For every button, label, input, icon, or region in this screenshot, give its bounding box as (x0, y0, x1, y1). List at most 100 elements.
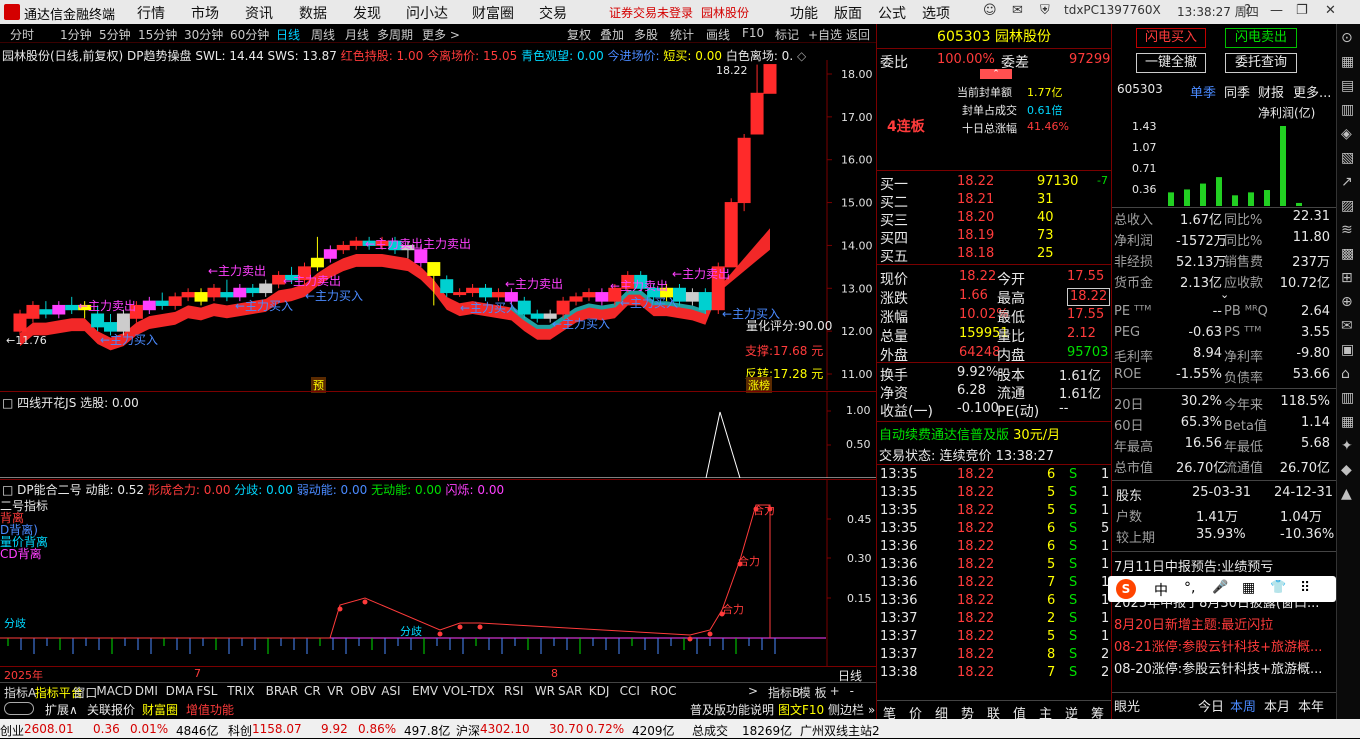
tab-more[interactable]: 更多... (1293, 82, 1331, 101)
caifuquan-tab[interactable]: 财富圈 (142, 701, 178, 718)
menu-faxian[interactable]: 发现 (353, 3, 381, 23)
collapse-icon[interactable]: ⌃ (980, 69, 1012, 79)
btn-f10[interactable]: F10 (742, 26, 764, 40)
indicator-tab[interactable]: OBV (350, 684, 376, 698)
menu-caifuquan[interactable]: 财富圈 (472, 3, 514, 23)
menu-gongneng[interactable]: 功能 (790, 3, 818, 23)
indicator-tab[interactable]: CR (304, 684, 321, 698)
matrix-icon[interactable]: ▦ (1341, 414, 1354, 430)
tab-daily[interactable]: 日线 (276, 26, 300, 43)
indicator-tab[interactable]: 窗口 (73, 684, 97, 701)
target-icon[interactable]: ⊙ (1341, 30, 1353, 46)
fin-bottom-tab[interactable]: 本月 (1264, 696, 1290, 715)
tab-15min[interactable]: 15分钟 (138, 26, 177, 43)
btn-tongji[interactable]: 统计 (670, 26, 694, 43)
main-kline-chart[interactable]: ←主力卖出←主力卖出←主力卖出←主力卖出主力卖出←主力卖出 ←主力卖出←主力卖出←… (0, 60, 876, 390)
toggle-switch[interactable] (4, 702, 34, 715)
promo-text[interactable]: 自动续费通达信普及版 (879, 428, 1009, 443)
indicator-tab[interactable]: BRAR (266, 684, 299, 698)
news-item[interactable]: 08-21涨停:参股云针科技+旅游概... (1114, 636, 1336, 654)
btn-huaxian[interactable]: 画线 (706, 26, 730, 43)
indicator-tab[interactable]: DMI (135, 684, 158, 698)
flash-sell-button[interactable]: 闪电卖出 (1225, 28, 1297, 48)
f10-tab[interactable]: 图文F10 (778, 701, 824, 718)
cancel-all-button[interactable]: 一键全撤 (1136, 53, 1206, 73)
indicator-tab[interactable]: ASI (381, 684, 400, 698)
promo-price[interactable]: 30元/月 (1013, 428, 1060, 443)
indicator-tab[interactable]: ROC (650, 684, 676, 698)
indicator-tab[interactable]: RSI (504, 684, 524, 698)
tab-multi-period[interactable]: 多周期 (377, 26, 413, 43)
ime-lang[interactable]: 中 (1154, 580, 1168, 600)
ime-logo-icon[interactable]: S (1116, 579, 1136, 599)
ime-punct-icon[interactable]: °, (1184, 580, 1195, 596)
btn-add-watchlist[interactable]: +自选 (808, 26, 842, 43)
indicator-tab[interactable]: CCI (620, 684, 640, 698)
sub2-chart[interactable] (0, 480, 876, 666)
tab-60min[interactable]: 60分钟 (230, 26, 269, 43)
indicator-tab[interactable]: MACD (96, 684, 132, 698)
sidebar-tab[interactable]: 侧边栏 » (828, 701, 875, 718)
tab-same-quarter[interactable]: 同季 (1224, 82, 1250, 101)
menu-xuanxiang[interactable]: 选项 (922, 3, 950, 23)
plus-icon[interactable]: ⊕ (1341, 294, 1353, 310)
tab-monthly[interactable]: 月线 (345, 26, 369, 43)
feature-help-tab[interactable]: 普及版功能说明 (690, 701, 774, 718)
diamond-icon[interactable]: ◈ (1341, 126, 1352, 142)
indicator-tab[interactable]: FSL (196, 684, 217, 698)
fin-bottom-tab[interactable]: 今日 (1198, 696, 1224, 715)
table-icon[interactable]: ▨ (1341, 198, 1354, 214)
window-icon[interactable]: ▣ (1341, 342, 1354, 358)
board-icon[interactable]: ▩ (1341, 246, 1354, 262)
ime-floating-bar[interactable]: S 中 °, 🎤 ▦ 👕 ⠿ (1108, 576, 1336, 602)
mail-icon[interactable]: ✉ (1341, 318, 1353, 334)
tab-5min[interactable]: 5分钟 (99, 26, 131, 43)
tab-report[interactable]: 财报 (1258, 82, 1284, 101)
indicator-tab[interactable]: VOL-TDX (443, 684, 495, 698)
menu-jiaoyi[interactable]: 交易 (539, 3, 567, 23)
btn-biaoji[interactable]: 标记 (775, 26, 799, 43)
shield-icon[interactable]: ⛨ (1040, 3, 1050, 18)
tab-single-quarter[interactable]: 单季 (1190, 82, 1216, 101)
indicator-tab[interactable]: DMA (166, 684, 194, 698)
tab-fenshi[interactable]: 分时 (10, 26, 34, 43)
order-query-button[interactable]: 委托查询 (1225, 53, 1297, 73)
layout-icon[interactable]: ⊞ (1341, 270, 1353, 286)
indicator-tab[interactable]: SAR (558, 684, 582, 698)
indicator-tab[interactable]: 指标A (4, 684, 36, 701)
wave-icon[interactable]: ≋ (1341, 222, 1353, 238)
restore-icon[interactable]: ❐ (1296, 3, 1308, 18)
menu-shuju[interactable]: 数据 (299, 3, 327, 23)
indicator-tab[interactable]: > (748, 684, 758, 698)
user-icon[interactable]: ☺ (983, 3, 997, 18)
btn-duogu[interactable]: 多股 (634, 26, 658, 43)
menu-hangqing[interactable]: 行情 (137, 3, 165, 23)
indicator-tab[interactable]: EMV (412, 684, 438, 698)
fin-bottom-tab[interactable]: 本年 (1298, 696, 1324, 715)
indicator-tab[interactable]: VR (327, 684, 344, 698)
tab-more[interactable]: 更多 > (422, 26, 460, 43)
tab-30min[interactable]: 30分钟 (184, 26, 223, 43)
net-profit-chart[interactable]: 1.431.070.710.360.00202320242025 (1112, 102, 1336, 206)
indicator-tab[interactable]: TRIX (227, 684, 254, 698)
trend-icon[interactable]: ↗ (1341, 174, 1353, 190)
panel-icon[interactable]: ▥ (1341, 390, 1354, 406)
sub1-chart[interactable] (0, 392, 876, 478)
close-icon[interactable]: ✕ (1325, 3, 1336, 18)
columns-icon[interactable]: ▥ (1341, 102, 1354, 118)
value-added-tab[interactable]: 增值功能 (186, 701, 234, 718)
keyboard-icon[interactable]: ▦ (1242, 580, 1255, 596)
minimize-icon[interactable]: — (1270, 3, 1283, 18)
indicator-tab[interactable]: KDJ (589, 684, 610, 698)
home-icon[interactable]: ⌂ (1341, 366, 1350, 382)
expand-tab[interactable]: 扩展∧ (45, 701, 78, 718)
menu-shichang[interactable]: 市场 (191, 3, 219, 23)
fin-bottom-tab[interactable]: 眼光 (1114, 696, 1140, 715)
fin-bottom-tab[interactable]: 本周 (1230, 696, 1256, 715)
btn-back[interactable]: 返回 (846, 26, 870, 43)
menu-zixun[interactable]: 资讯 (245, 3, 273, 23)
list-icon[interactable]: ▤ (1341, 78, 1354, 94)
indicator-tab[interactable]: 指标B (768, 684, 800, 701)
up-icon[interactable]: ▲ (1341, 486, 1352, 502)
star-icon[interactable]: ✦ (1341, 438, 1353, 454)
